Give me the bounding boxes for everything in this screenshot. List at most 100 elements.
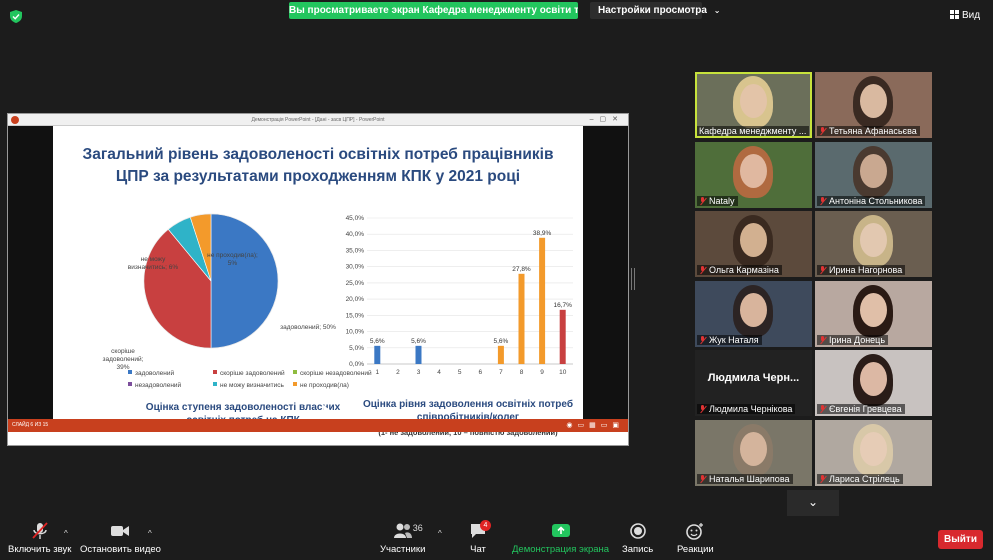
participants-button[interactable]: 36 Участники	[380, 522, 425, 555]
legend-swatch	[293, 382, 297, 386]
view-button[interactable]: Вид	[950, 10, 980, 21]
x-tick-label: 4	[437, 369, 441, 376]
y-tick-label: 10,0%	[346, 329, 365, 336]
shield-icon[interactable]	[10, 10, 22, 23]
mic-muted-icon	[819, 405, 826, 413]
participant-name: Наталья Шарипова	[697, 473, 793, 484]
mic-muted-icon	[819, 127, 826, 135]
bar	[559, 309, 566, 364]
mic-muted-icon	[699, 196, 706, 205]
participant-name: Ирина Нагорнова	[817, 265, 906, 275]
share-screen-icon	[551, 524, 570, 537]
participant-name: Жук Наталя	[697, 334, 762, 345]
view-label: Вид	[962, 10, 981, 21]
mic-muted-icon	[699, 474, 706, 483]
gallery-scroll-down-button[interactable]: ⌄	[787, 490, 839, 516]
participant-name: Антоніна Стольникова	[817, 195, 926, 206]
participant-face	[740, 84, 767, 118]
participant-face	[860, 362, 887, 396]
participant-name: Лариса Стрілець	[817, 473, 903, 484]
legend-swatch	[128, 382, 132, 386]
record-button[interactable]: Запись	[622, 522, 653, 555]
y-tick-label: 35,0%	[346, 247, 365, 254]
participant-name: Ольга Кармазіна	[697, 265, 782, 275]
participant-name: Ірина Донець	[817, 334, 889, 345]
pie-chart	[143, 213, 279, 349]
chat-unread-badge: 4	[480, 520, 491, 531]
powerpoint-icon	[11, 116, 19, 124]
mic-muted-icon	[819, 266, 826, 274]
legend-item: незадоволений	[128, 382, 181, 389]
view-options-button[interactable]: Настройки просмотра ⌄	[590, 2, 720, 19]
bar	[497, 345, 504, 364]
participant-face	[860, 153, 887, 188]
unmute-button[interactable]: Включить звук	[8, 522, 71, 555]
view-options-label: Настройки просмотра	[598, 5, 707, 16]
participant-tile[interactable]: Євгенія Гревцева	[815, 350, 932, 416]
y-tick-label: 25,0%	[346, 280, 365, 287]
participant-tile[interactable]: Тетьяна Афанасьєва	[815, 72, 932, 138]
participant-tile[interactable]: Лариса Стрілець	[815, 419, 932, 486]
participant-face	[860, 223, 887, 257]
participant-face	[740, 223, 767, 257]
x-tick-label: 2	[396, 369, 400, 376]
participant-name: Кафедра менеджменту ...	[697, 126, 810, 136]
x-tick-label: 8	[520, 369, 524, 376]
y-tick-label: 20,0%	[346, 296, 365, 303]
bar-chart: 0,0% 5,0% 10,0% 15,0% 20,0% 25,0% 30,0% 35,0% 40…	[346, 215, 573, 376]
panel-resize-handle[interactable]	[631, 268, 635, 290]
pie-data-label: не можу визначитись; 6%	[127, 256, 179, 271]
chat-button[interactable]: Чат 4	[469, 520, 491, 555]
ppt-statusbar: СЛАЙД 6 ИЗ 15 ◉▭▦▭▣	[8, 419, 628, 432]
audio-options-caret[interactable]: ^	[64, 529, 68, 538]
participant-tile[interactable]: Антоніна Стольникова	[815, 141, 932, 208]
pie-data-label: скоріше задоволений; 39%	[102, 348, 144, 371]
mic-muted-icon	[32, 522, 48, 539]
leave-meeting-button[interactable]: Выйти	[938, 530, 983, 549]
participant-tile[interactable]: Nataly	[695, 141, 812, 208]
mic-muted-icon	[699, 335, 706, 344]
mic-muted-icon	[819, 474, 826, 483]
participant-face	[740, 292, 767, 327]
participant-tile[interactable]: Ольга Кармазіна	[695, 211, 812, 277]
participant-tile[interactable]: Ірина Донець	[815, 280, 932, 347]
legend-swatch	[213, 370, 217, 374]
x-tick-label: 3	[417, 369, 421, 376]
legend-label: не можу визначитись	[220, 382, 284, 389]
slideshow-controls[interactable]: ◉▭▦▭▣	[566, 419, 624, 432]
participant-tile[interactable]: Кафедра менеджменту ...	[695, 72, 812, 138]
ppt-stage: Загальний рівень задоволеності освітніх …	[8, 126, 628, 437]
meeting-toolbar: Включить звук ^ Остановить видео ^ 36 Уч…	[0, 518, 993, 560]
pie-slice	[210, 213, 279, 349]
participant-face	[740, 153, 767, 188]
participant-face	[860, 431, 887, 466]
participants-options-caret[interactable]: ^	[438, 529, 442, 538]
participant-name: Євгенія Гревцева	[817, 404, 905, 414]
mic-muted-icon	[819, 335, 826, 344]
participants-count: 36	[412, 523, 423, 533]
ppt-titlebar: Демонстрація PowerPoint - [Дані - засв Ц…	[8, 114, 628, 126]
x-tick-label: 1	[375, 369, 379, 376]
x-tick-label: 6	[478, 369, 482, 376]
x-tick-label: 5	[458, 369, 462, 376]
video-options-caret[interactable]: ^	[148, 529, 152, 538]
legend-swatch	[293, 370, 297, 374]
stop-video-button[interactable]: Остановить видео	[80, 522, 161, 555]
participant-placeholder-name: Людмила Черн...	[707, 372, 800, 384]
mic-muted-icon	[699, 266, 706, 274]
reactions-button[interactable]: Реакции	[677, 522, 714, 555]
smiley-icon	[686, 523, 704, 540]
participant-tile[interactable]: Жук Наталя	[695, 280, 812, 347]
participant-face	[860, 84, 887, 118]
slide: Загальний рівень задоволеності освітніх …	[53, 126, 583, 437]
bar	[374, 345, 381, 364]
participant-tile[interactable]: Ирина Нагорнова	[815, 211, 932, 277]
y-tick-label: 45,0%	[346, 215, 365, 222]
share-screen-button[interactable]: Демонстрация экрана	[512, 522, 609, 555]
participant-tile[interactable]: Людмила Черн... Людмила Чернікова	[695, 350, 812, 416]
shared-screen: Демонстрація PowerPoint - [Дані - засв Ц…	[7, 113, 629, 446]
mic-muted-icon	[699, 405, 706, 413]
participant-tile[interactable]: Наталья Шарипова	[695, 419, 812, 486]
legend-item: скоріше задоволений	[213, 370, 285, 377]
participant-face	[740, 431, 767, 466]
